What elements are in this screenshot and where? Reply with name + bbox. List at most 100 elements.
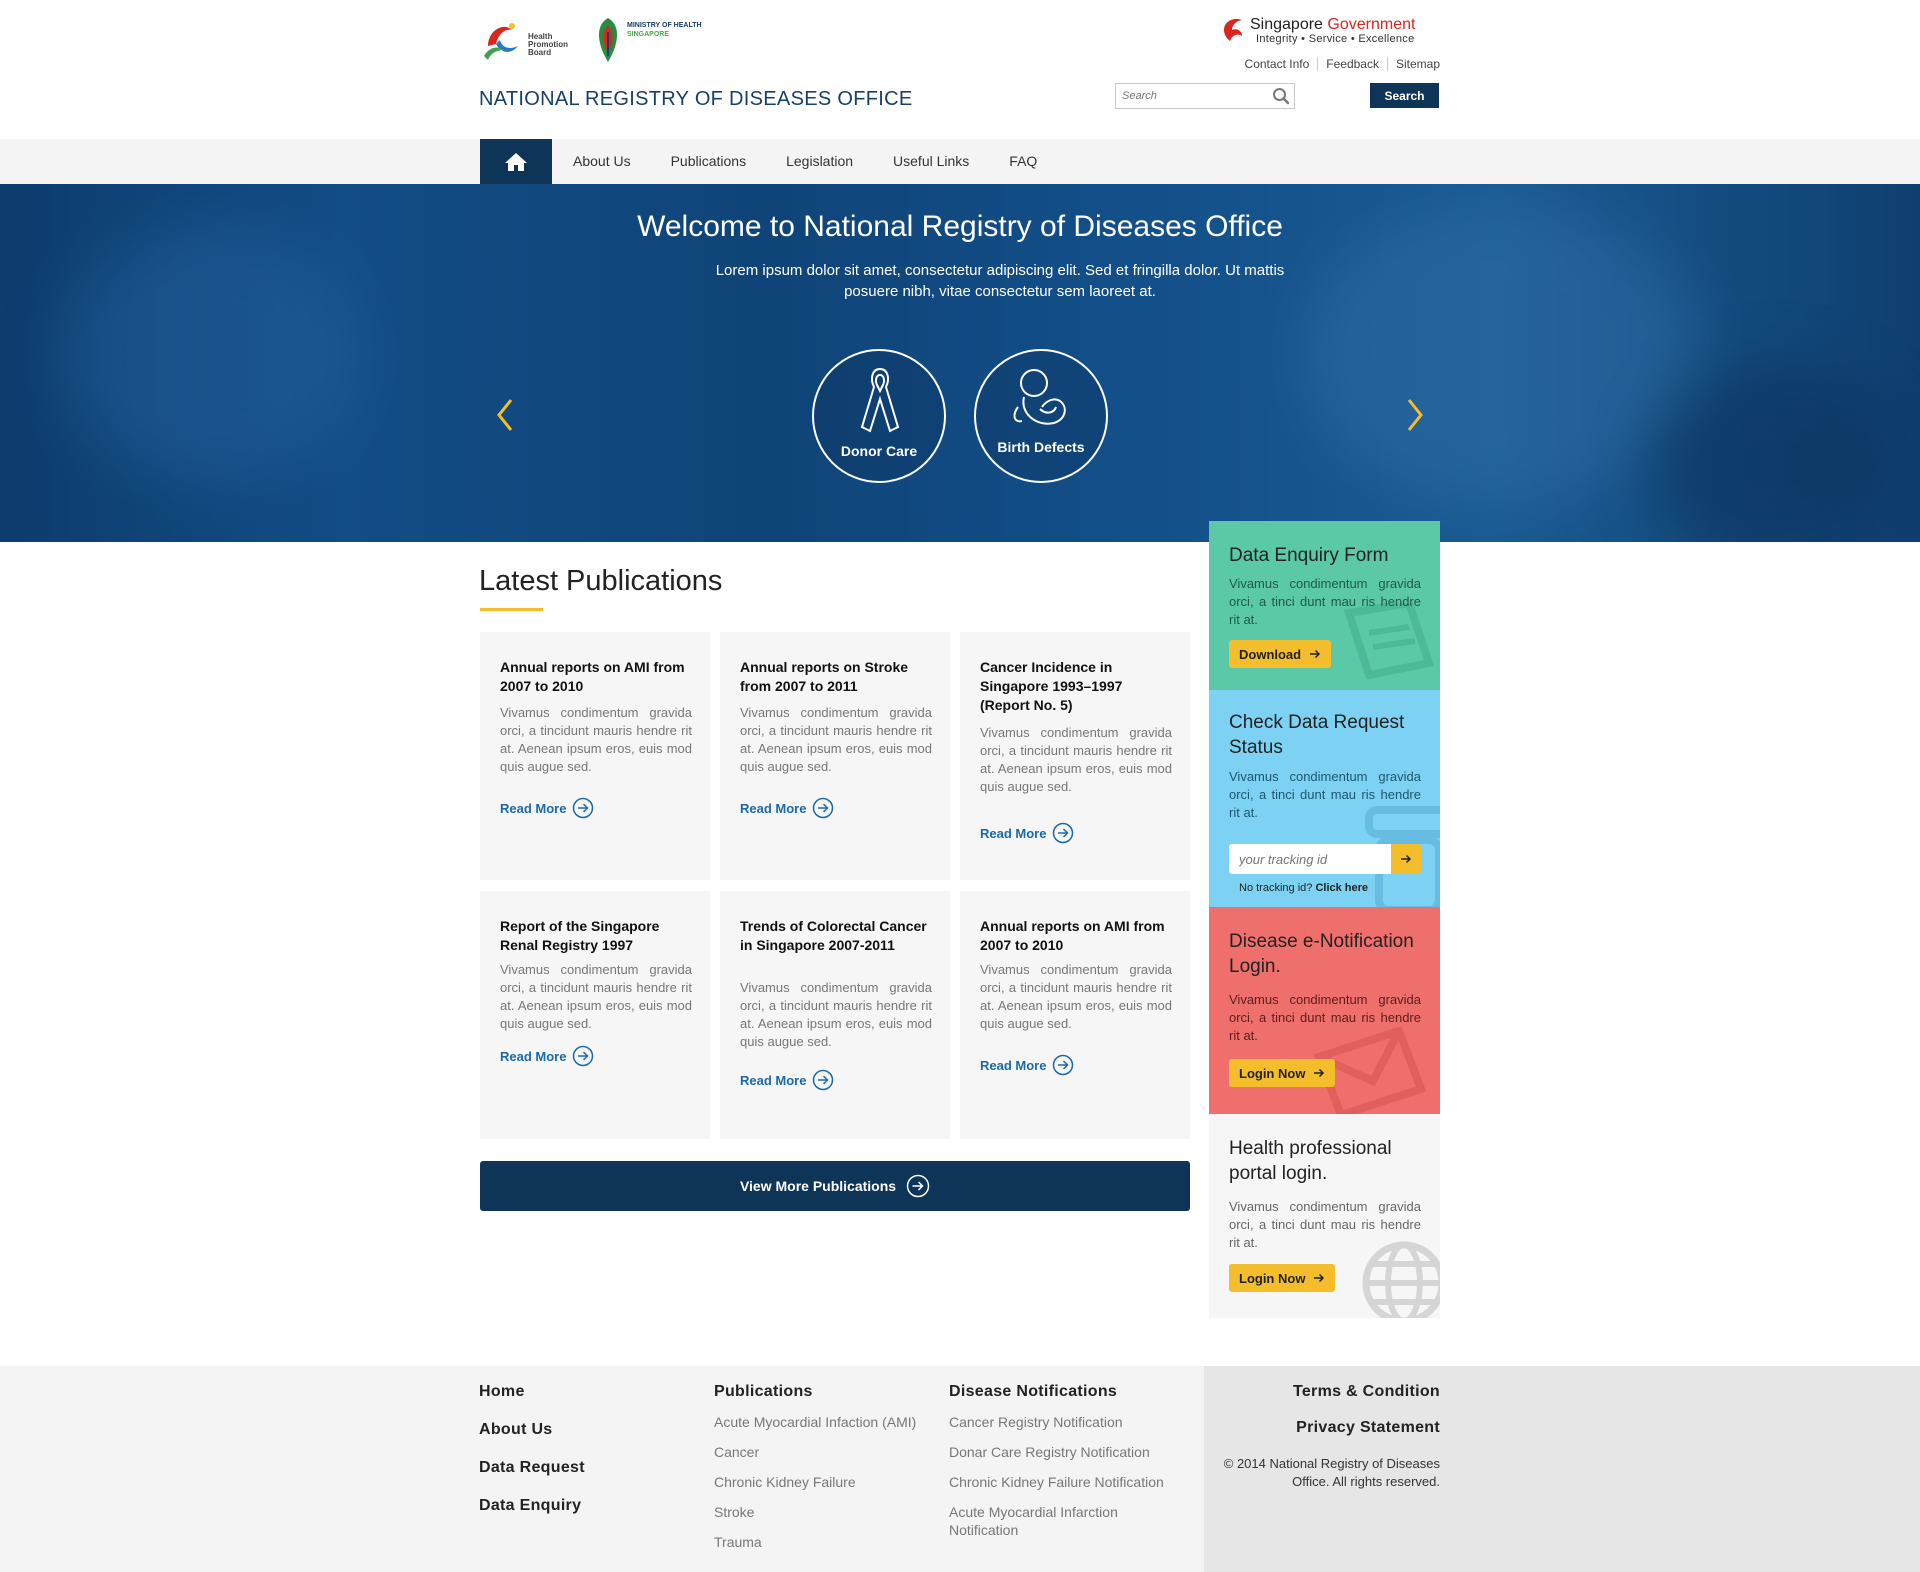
read-more-label: Read More: [740, 800, 807, 816]
gov-title-b: Government: [1327, 16, 1416, 33]
login-now-label: Login Now: [1239, 1270, 1306, 1286]
moh-logo-line2: SINGAPORE: [627, 31, 670, 38]
contact-info-link[interactable]: Contact Info: [1237, 57, 1318, 71]
search-box: [1115, 83, 1295, 109]
publication-card: Trends of Colorectal Cancer in Singapore…: [720, 891, 950, 1139]
panel-description: Vivamus condimentum gravida orci, a tinc…: [1229, 769, 1421, 820]
panel-description: Vivamus condimentum gravida orci, a tinc…: [1229, 576, 1421, 627]
home-icon: [505, 152, 527, 171]
disease-notification-panel: Disease e-Notification Login. Vivamus co…: [1209, 907, 1440, 1114]
click-here-link[interactable]: Click here: [1315, 882, 1368, 894]
publication-description: Vivamus condimentum gravida orci, a tinc…: [740, 705, 932, 774]
search-button[interactable]: Search: [1370, 83, 1439, 108]
read-more-link[interactable]: Read More: [500, 797, 594, 819]
footer-link-data-enquiry[interactable]: Data Enquiry: [479, 1497, 585, 1515]
lion-head-icon: [1224, 19, 1242, 41]
moh-logo-line1: MINISTRY OF HEALTH: [627, 22, 702, 29]
arrow-circle-icon: [573, 797, 594, 819]
nav-item-useful-links[interactable]: Useful Links: [873, 139, 989, 184]
footer-link[interactable]: Trauma: [714, 1533, 934, 1551]
footer-link[interactable]: Cancer: [714, 1443, 934, 1461]
hero-background-blur: [1300, 204, 1700, 504]
singapore-government-logo[interactable]: Singapore Government Integrity • Service…: [1220, 14, 1440, 48]
publication-card: Cancer Incidence in Singapore 1993–1997 …: [960, 632, 1190, 880]
search-icon[interactable]: [1272, 87, 1290, 105]
hpb-logo-text: Health Promotion Board: [528, 32, 568, 57]
footer-link-home[interactable]: Home: [479, 1383, 585, 1401]
publication-card: Report of the Singapore Renal Registry 1…: [480, 891, 710, 1139]
privacy-link[interactable]: Privacy Statement: [1210, 1419, 1440, 1437]
footer-link[interactable]: Cancer Registry Notification: [949, 1413, 1169, 1431]
site-header: Health Promotion Board MINISTRY OF HEALT…: [0, 0, 1920, 139]
nav-item-faq[interactable]: FAQ: [989, 139, 1057, 184]
footer-link[interactable]: Chronic Kidney Failure: [714, 1473, 934, 1491]
sitemap-link[interactable]: Sitemap: [1386, 57, 1440, 71]
footer-link-data-request[interactable]: Data Request: [479, 1459, 585, 1477]
publication-title[interactable]: Annual reports on AMI from 2007 to 2010: [500, 658, 695, 696]
hero-banner: Welcome to National Registry of Diseases…: [0, 184, 1920, 542]
view-more-publications-button[interactable]: View More Publications: [480, 1161, 1190, 1211]
read-more-label: Read More: [500, 1048, 567, 1064]
main-navigation: About Us Publications Legislation Useful…: [0, 139, 1920, 184]
footer-link[interactable]: Chronic Kidney Failure Notification: [949, 1473, 1169, 1491]
portal-login-button[interactable]: Login Now: [1229, 1264, 1336, 1292]
nav-item-publications[interactable]: Publications: [651, 139, 767, 184]
arrow-circle-icon: [573, 1045, 594, 1067]
terms-link[interactable]: Terms & Condition: [1210, 1383, 1440, 1401]
publication-description: Vivamus condimentum gravida orci, a tinc…: [980, 725, 1172, 794]
tracking-note: No tracking id? Click here: [1239, 882, 1368, 894]
copyright-text: © 2014 National Registry of Diseases Off…: [1223, 1456, 1440, 1489]
moh-logo[interactable]: MINISTRY OF HEALTH SINGAPORE: [593, 16, 713, 66]
birth-defects-circle[interactable]: Birth Defects: [974, 349, 1108, 483]
track-submit-button[interactable]: [1391, 844, 1421, 874]
moh-logo-icon: [598, 18, 618, 62]
site-footer: Home About Us Data Request Data Enquiry …: [0, 1366, 1920, 1572]
read-more-link[interactable]: Read More: [740, 797, 834, 819]
read-more-link[interactable]: Read More: [980, 822, 1074, 844]
publication-card: Annual reports on AMI from 2007 to 2010 …: [960, 891, 1190, 1139]
utility-links: Contact Info Feedback Sitemap: [1237, 57, 1440, 71]
footer-heading-disease-notifications[interactable]: Disease Notifications: [949, 1383, 1169, 1401]
panel-title: Health professional portal login.: [1229, 1138, 1392, 1184]
footer-link[interactable]: Donar Care Registry Notification: [949, 1443, 1169, 1461]
gov-title: Singapore Government: [1250, 16, 1415, 34]
footer-link[interactable]: Acute Myocardial Infaction (AMI): [714, 1413, 934, 1431]
footer-link[interactable]: Stroke: [714, 1503, 934, 1521]
publication-title[interactable]: Trends of Colorectal Cancer in Singapore…: [740, 917, 935, 955]
search-input[interactable]: [1116, 84, 1256, 108]
publication-title[interactable]: Annual reports on AMI from 2007 to 2010: [980, 917, 1175, 955]
download-button[interactable]: Download: [1229, 640, 1332, 668]
arrow-circle-icon: [813, 797, 834, 819]
nav-home[interactable]: [480, 139, 552, 184]
publication-description: Vivamus condimentum gravida orci, a tinc…: [980, 962, 1172, 1031]
publication-title[interactable]: Annual reports on Stroke from 2007 to 20…: [740, 658, 935, 696]
disease-login-button[interactable]: Login Now: [1229, 1059, 1336, 1087]
publication-card: Annual reports on Stroke from 2007 to 20…: [720, 632, 950, 880]
arrow-right-icon: [1401, 854, 1412, 864]
nav-item-legislation[interactable]: Legislation: [766, 139, 873, 184]
read-more-link[interactable]: Read More: [740, 1069, 834, 1091]
donor-care-circle[interactable]: Donor Care: [812, 349, 946, 483]
tracking-id-input[interactable]: [1229, 844, 1391, 874]
arrow-right-icon: [1314, 1068, 1325, 1078]
feedback-link[interactable]: Feedback: [1317, 57, 1387, 71]
hpb-logo[interactable]: Health Promotion Board: [478, 16, 574, 62]
footer-legal: Terms & Condition Privacy Statement © 20…: [1210, 1383, 1440, 1491]
read-more-label: Read More: [500, 800, 567, 816]
gov-tagline: Integrity • Service • Excellence: [1256, 33, 1415, 45]
carousel-prev-icon[interactable]: [495, 397, 515, 433]
read-more-link[interactable]: Read More: [980, 1054, 1074, 1076]
gov-title-a: Singapore: [1250, 16, 1328, 33]
carousel-next-icon[interactable]: [1405, 397, 1425, 433]
publication-title[interactable]: Cancer Incidence in Singapore 1993–1997 …: [980, 658, 1175, 715]
login-now-label: Login Now: [1239, 1065, 1306, 1081]
publication-title[interactable]: Report of the Singapore Renal Registry 1…: [500, 917, 695, 955]
birth-defects-label: Birth Defects: [997, 439, 1085, 455]
footer-link-about-us[interactable]: About Us: [479, 1421, 585, 1439]
check-status-panel: Check Data Request Status Vivamus condim…: [1209, 690, 1440, 907]
read-more-label: Read More: [980, 1057, 1047, 1073]
read-more-link[interactable]: Read More: [500, 1045, 594, 1067]
footer-link[interactable]: Acute Myocardial Infarction Notification: [949, 1503, 1139, 1539]
nav-item-about-us[interactable]: About Us: [553, 139, 651, 184]
footer-heading-publications[interactable]: Publications: [714, 1383, 934, 1401]
